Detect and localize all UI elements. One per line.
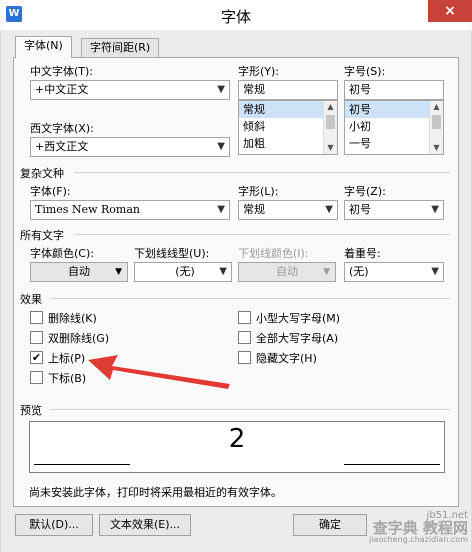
hidden-text-label[interactable]: 隐藏文字(H) (256, 350, 317, 366)
underline-style-value: (无) (175, 265, 195, 278)
underline-style-label: 下划线线型(U): (134, 247, 210, 260)
scroll-thumb[interactable] (432, 115, 441, 129)
chinese-font-select[interactable]: +中文正文 ▼ (30, 80, 230, 100)
close-button[interactable]: × (428, 0, 472, 22)
chinese-font-value: +中文正文 (35, 83, 89, 96)
complex-style-label: 字形(L): (238, 185, 279, 198)
group-divider (50, 409, 450, 410)
title-bar: W 字体 × (0, 0, 472, 30)
style-scrollbar[interactable]: ▲ ▼ (323, 101, 337, 154)
small-caps-checkbox[interactable] (238, 311, 251, 324)
tab-character-spacing[interactable]: 字符间距(R) (81, 38, 160, 58)
complex-font-label: 字体(F): (30, 185, 71, 198)
style-label: 字形(Y): (238, 65, 280, 78)
scroll-up-icon[interactable]: ▲ (430, 101, 443, 113)
all-caps-checkbox[interactable] (238, 331, 251, 344)
complex-size-value: 初号 (349, 203, 371, 216)
hidden-text-checkbox[interactable] (238, 351, 251, 364)
complex-style-select[interactable]: 常规 ▼ (238, 200, 338, 220)
chevron-down-icon: ▼ (219, 266, 227, 277)
watermark-line-2: 查字典 教程网 (372, 519, 468, 537)
window-title: 字体 (220, 8, 251, 26)
emphasis-select[interactable]: (无) ▼ (344, 262, 444, 282)
western-font-select[interactable]: +西文正文 ▼ (30, 137, 230, 157)
scroll-down-icon[interactable]: ▼ (430, 142, 443, 154)
font-color-label: 字体颜色(C): (30, 247, 94, 260)
scroll-thumb[interactable] (326, 115, 335, 129)
all-text-heading: 所有文字 (20, 229, 64, 242)
baseline-left (34, 464, 130, 465)
superscript-label[interactable]: 上标(P) (48, 350, 85, 366)
underline-color-label: 下划线颜色(I): (238, 247, 309, 260)
scroll-down-icon[interactable]: ▼ (324, 142, 337, 154)
preview-sample-text: 2 (228, 424, 246, 454)
chevron-down-icon: ▼ (217, 204, 225, 215)
underline-color-value: 自动 (276, 265, 298, 278)
group-divider (74, 172, 450, 173)
style-input[interactable]: 常规 (238, 80, 338, 100)
check-icon: ✔ (31, 351, 42, 364)
font-color-value: 自动 (68, 265, 90, 278)
emphasis-value: (无) (349, 265, 369, 278)
preview-box: 2 (29, 421, 445, 473)
underline-style-select[interactable]: (无) ▼ (134, 262, 232, 282)
tab-font[interactable]: 字体(N) (15, 36, 72, 58)
font-not-installed-note: 尚未安装此字体，打印时将采用最相近的有效字体。 (29, 486, 282, 499)
emphasis-label: 着重号: (344, 247, 381, 260)
underline-color-button: 自动 ▼ (238, 262, 336, 282)
western-font-value: +西文正文 (35, 140, 89, 153)
default-button[interactable]: 默认(D)... (15, 514, 93, 536)
complex-style-value: 常规 (243, 203, 265, 216)
scroll-up-icon[interactable]: ▲ (324, 101, 337, 113)
style-listbox[interactable]: 常规 倾斜 加粗 ▲ ▼ (238, 100, 338, 155)
chevron-down-icon: ▼ (217, 84, 225, 95)
chinese-font-label: 中文字体(T): (30, 65, 94, 78)
small-caps-label[interactable]: 小型大写字母(M) (256, 310, 340, 326)
dialog-body: 字体(N) 字符间距(R) 中文字体(T): +中文正文 ▼ 西文字体(X): … (0, 30, 472, 552)
font-color-button[interactable]: 自动 ▼ (30, 262, 128, 282)
effects-heading: 效果 (20, 293, 42, 306)
chevron-down-icon: ▼ (217, 141, 225, 152)
group-divider (50, 298, 450, 299)
complex-font-value: Times New Roman (35, 203, 140, 216)
watermark: jb51.net 查字典 教程网 jiaocheng.chazidian.com (336, 510, 468, 550)
chevron-down-icon: ▼ (325, 204, 333, 215)
subscript-label[interactable]: 下标(B) (48, 370, 86, 386)
strikethrough-label[interactable]: 删除线(K) (48, 310, 97, 326)
all-caps-label[interactable]: 全部大写字母(A) (256, 330, 338, 346)
complex-heading: 复杂文种 (20, 167, 64, 180)
watermark-line-3: jiaocheng.chazidian.com (368, 535, 468, 544)
text-effects-button[interactable]: 文本效果(E)... (99, 514, 191, 536)
superscript-checkbox[interactable]: ✔ (30, 351, 43, 364)
complex-size-label: 字号(Z): (344, 185, 386, 198)
subscript-checkbox[interactable] (30, 371, 43, 384)
chevron-down-icon: ▼ (323, 267, 330, 277)
style-value: 常规 (243, 83, 265, 96)
group-divider (74, 234, 450, 235)
strikethrough-checkbox[interactable] (30, 311, 43, 324)
western-font-label: 西文字体(X): (30, 122, 94, 135)
chevron-down-icon: ▼ (431, 204, 439, 215)
baseline-right (344, 464, 440, 465)
double-strikethrough-label[interactable]: 双删除线(G) (48, 330, 109, 346)
size-input[interactable]: 初号 (344, 80, 444, 100)
chevron-down-icon: ▼ (431, 266, 439, 277)
preview-heading: 预览 (20, 404, 42, 417)
double-strikethrough-checkbox[interactable] (30, 331, 43, 344)
complex-size-select[interactable]: 初号 ▼ (344, 200, 444, 220)
complex-font-select[interactable]: Times New Roman ▼ (30, 200, 230, 220)
size-value: 初号 (349, 83, 371, 96)
chevron-down-icon: ▼ (115, 267, 122, 277)
size-label: 字号(S): (344, 65, 386, 78)
size-scrollbar[interactable]: ▲ ▼ (429, 101, 443, 154)
size-listbox[interactable]: 初号 小初 一号 ▲ ▼ (344, 100, 444, 155)
